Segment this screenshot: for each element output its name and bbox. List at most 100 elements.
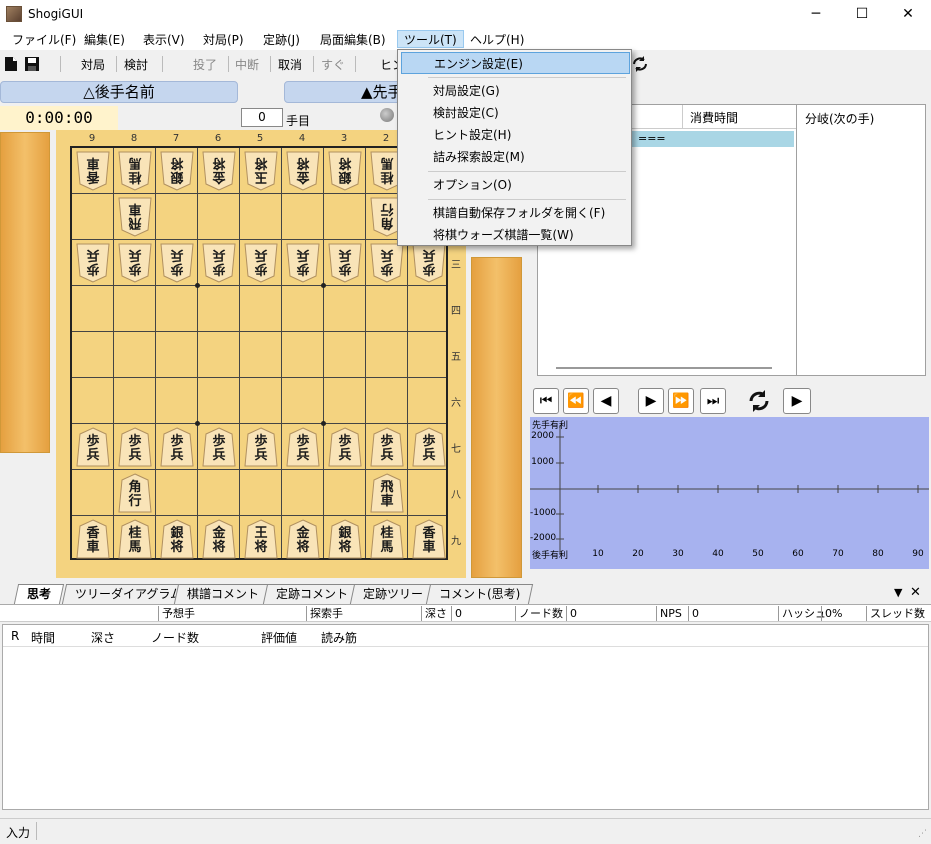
piece-char-bottom: 兵 [128, 247, 142, 262]
kifu-scrollbar[interactable] [556, 367, 772, 369]
graph-x-tick: 90 [912, 549, 924, 559]
gote-piece-stand[interactable] [0, 132, 50, 453]
gote-piece[interactable]: 歩兵 [244, 243, 278, 283]
sente-piece[interactable]: 香車 [412, 519, 446, 559]
mate-search-settings-item[interactable]: 詰み探索設定(M) [401, 146, 630, 168]
gote-piece[interactable]: 金将 [202, 151, 236, 191]
study-button[interactable]: 検討 [124, 56, 148, 73]
game-settings-item[interactable]: 対局設定(G) [401, 80, 630, 102]
window-title: ShogiGUI [28, 7, 84, 21]
gote-piece[interactable]: 歩兵 [118, 243, 152, 283]
star-point [321, 283, 326, 288]
sente-piece[interactable]: 歩兵 [202, 427, 236, 467]
graph-y-tick: 2000 [531, 431, 554, 441]
piece-char-bottom: 兵 [86, 448, 100, 463]
new-file-icon[interactable] [4, 56, 18, 72]
study-settings-item[interactable]: 検討設定(C) [401, 102, 630, 124]
gote-piece[interactable]: 香車 [76, 151, 110, 191]
piece-char-top: 歩 [170, 434, 184, 449]
sente-piece-stand[interactable] [471, 257, 522, 578]
menu-help[interactable]: ヘルプ(H) [464, 31, 530, 49]
sente-piece[interactable]: 歩兵 [76, 427, 110, 467]
move-now-button[interactable]: すぐ [321, 56, 345, 73]
sente-piece[interactable]: 王将 [244, 519, 278, 559]
sente-piece[interactable]: 歩兵 [244, 427, 278, 467]
gote-piece[interactable]: 玉将 [244, 151, 278, 191]
move-number-input[interactable]: 0 [241, 108, 283, 127]
sente-piece[interactable]: 歩兵 [328, 427, 362, 467]
resign-button[interactable]: 投了 [193, 56, 217, 73]
piece-char-bottom: 将 [296, 155, 310, 170]
menu-joseki[interactable]: 定跡(J) [257, 31, 306, 49]
sente-piece[interactable]: 桂馬 [118, 519, 152, 559]
prev-move-icon[interactable]: ◀ [593, 388, 619, 414]
gote-piece[interactable]: 歩兵 [328, 243, 362, 283]
gote-piece[interactable]: 銀将 [160, 151, 194, 191]
sente-piece[interactable]: 歩兵 [118, 427, 152, 467]
gote-piece[interactable]: 銀将 [328, 151, 362, 191]
reverse-board-icon[interactable] [745, 387, 773, 415]
close-button[interactable]: ✕ [885, 0, 931, 28]
tab-comment-thinking[interactable]: コメント(思考) [425, 584, 534, 604]
menu-game[interactable]: 対局(P) [197, 31, 250, 49]
sente-piece[interactable]: 桂馬 [370, 519, 404, 559]
save-icon[interactable] [24, 56, 40, 72]
piece-char-top: 金 [296, 169, 310, 184]
game-button[interactable]: 対局 [81, 56, 105, 73]
gote-piece[interactable]: 桂馬 [118, 151, 152, 191]
hint-settings-item[interactable]: ヒント設定(H) [401, 124, 630, 146]
sente-piece[interactable]: 銀将 [160, 519, 194, 559]
shogi-wars-kifu-list-item[interactable]: 将棋ウォーズ棋譜一覧(W) [401, 224, 630, 246]
gote-piece[interactable]: 飛車 [118, 197, 152, 237]
gote-piece[interactable]: 歩兵 [202, 243, 236, 283]
gote-piece[interactable]: 歩兵 [76, 243, 110, 283]
play-icon[interactable]: ▶ [783, 388, 811, 414]
options-item[interactable]: オプション(O) [401, 174, 630, 196]
piece-char-bottom: 兵 [170, 448, 184, 463]
engine-settings-item[interactable]: エンジン設定(E) [401, 52, 630, 74]
minimize-button[interactable]: ─ [793, 0, 839, 28]
sente-piece[interactable]: 歩兵 [286, 427, 320, 467]
sente-piece[interactable]: 金将 [286, 519, 320, 559]
gote-piece[interactable]: 歩兵 [370, 243, 404, 283]
menu-view[interactable]: 表示(V) [137, 31, 191, 49]
thinking-list[interactable]: R 時間 深さ ノード数 評価値 読み筋 [2, 624, 929, 810]
toolbar-separator [162, 56, 163, 72]
tab-close-icon[interactable]: ✕ [910, 585, 921, 600]
sente-piece[interactable]: 歩兵 [160, 427, 194, 467]
undo-button[interactable]: 取消 [278, 56, 302, 73]
interrupt-button[interactable]: 中断 [235, 56, 259, 73]
sente-piece[interactable]: 角行 [118, 473, 152, 513]
tab-joseki-comment[interactable]: 定跡コメント [262, 584, 362, 604]
branch-list[interactable]: 分岐(次の手) [796, 104, 926, 376]
sente-piece[interactable]: 銀将 [328, 519, 362, 559]
fast-back-icon[interactable]: ⏪ [563, 388, 589, 414]
first-move-icon[interactable]: ⏮ [533, 388, 559, 414]
sente-piece[interactable]: 飛車 [370, 473, 404, 513]
tab-kifu-comment[interactable]: 棋譜コメント [173, 584, 273, 604]
maximize-button[interactable]: ☐ [839, 0, 885, 28]
menu-position-edit[interactable]: 局面編集(B) [314, 31, 392, 49]
rotate-board-icon[interactable] [630, 54, 650, 74]
menu-edit[interactable]: 編集(E) [78, 31, 131, 49]
gote-piece[interactable]: 金将 [286, 151, 320, 191]
tab-joseki-tree[interactable]: 定跡ツリー [349, 584, 437, 604]
tab-thinking[interactable]: 思考 [13, 584, 65, 604]
open-autosave-folder-item[interactable]: 棋譜自動保存フォルダを開く(F) [401, 202, 630, 224]
sente-piece[interactable]: 歩兵 [412, 427, 446, 467]
piece-char-top: 歩 [86, 434, 100, 449]
next-move-icon[interactable]: ▶ [638, 388, 664, 414]
gote-piece[interactable]: 歩兵 [160, 243, 194, 283]
graph-svg [530, 425, 929, 555]
tab-menu-icon[interactable]: ▼ [894, 586, 902, 599]
resize-grip-icon[interactable]: ⋰ [918, 829, 927, 839]
sente-piece[interactable]: 歩兵 [370, 427, 404, 467]
sente-piece[interactable]: 香車 [76, 519, 110, 559]
gote-piece[interactable]: 歩兵 [286, 243, 320, 283]
fast-forward-icon[interactable]: ⏩ [668, 388, 694, 414]
menu-tools[interactable]: ツール(T) [397, 30, 464, 48]
gote-piece[interactable]: 歩兵 [412, 243, 446, 283]
sente-piece[interactable]: 金将 [202, 519, 236, 559]
menu-file[interactable]: ファイル(F) [6, 31, 82, 49]
last-move-icon[interactable]: ⏭ [700, 388, 726, 414]
